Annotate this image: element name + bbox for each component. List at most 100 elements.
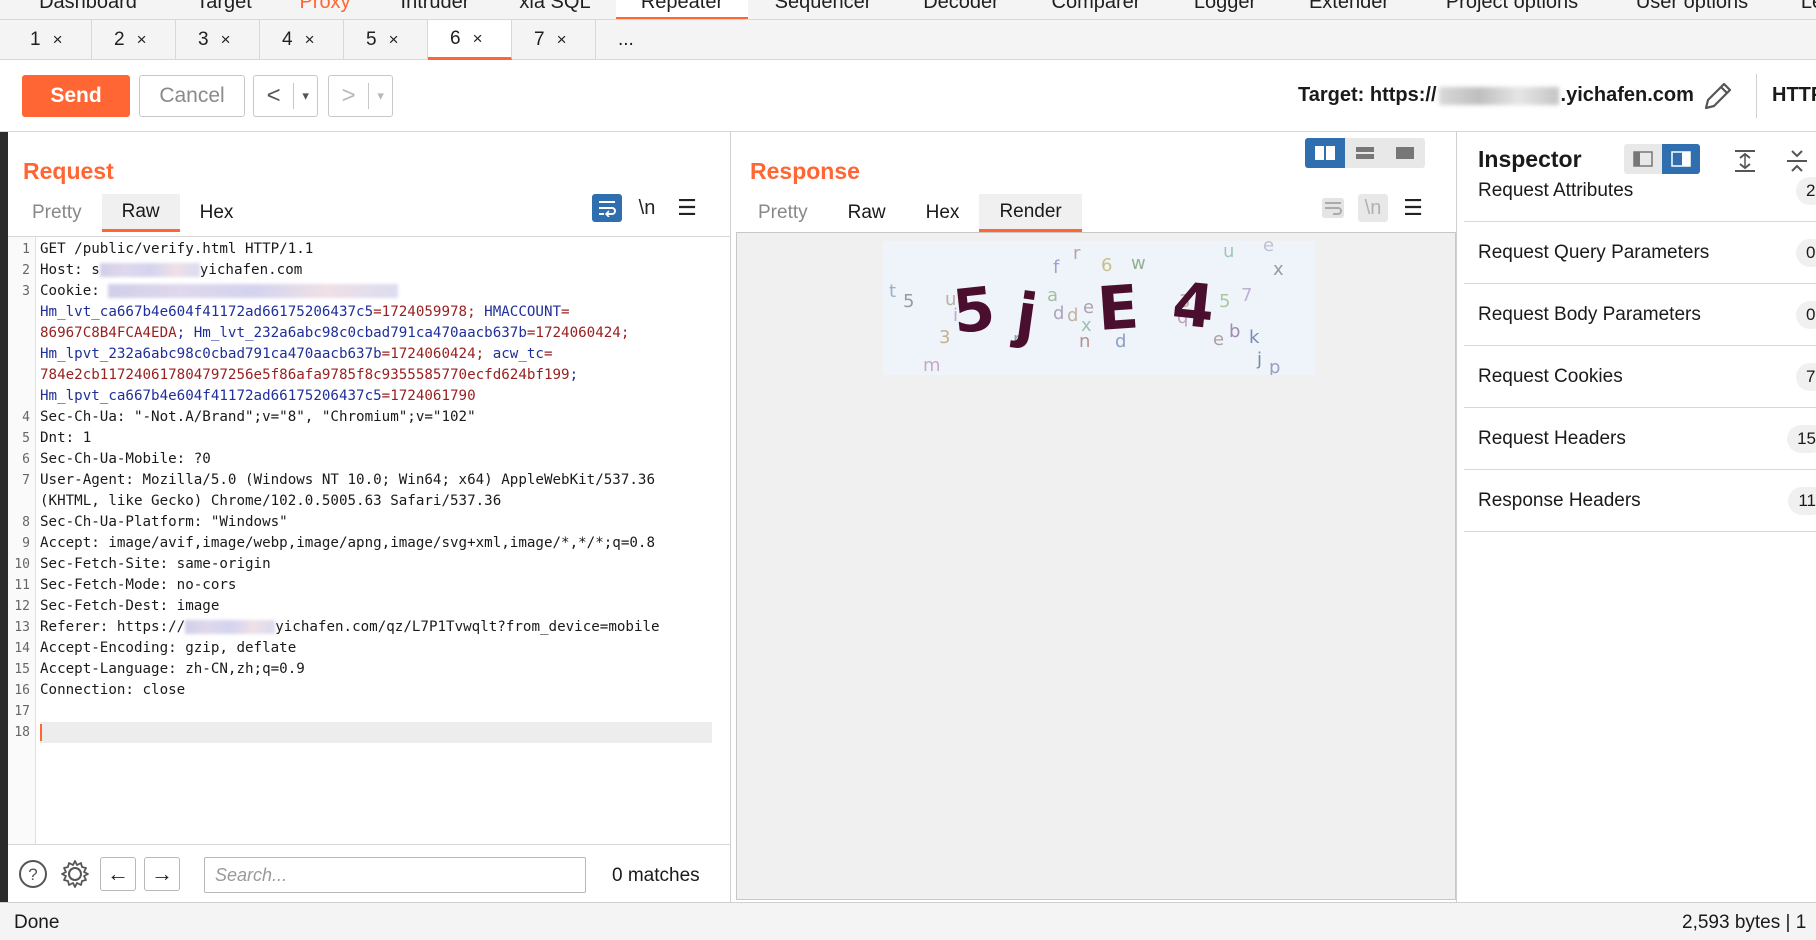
inspector-row-request-cookies[interactable]: Request Cookies 7 <box>1464 346 1816 408</box>
svg-text:5: 5 <box>903 291 914 312</box>
tab-label: ... <box>618 29 634 50</box>
count-badge: 0 <box>1796 301 1816 329</box>
code-line: 4 Sec-Ch-Ua: "-Not.A/Brand";v="8", "Chrom… <box>22 409 476 425</box>
gear-icon[interactable] <box>60 859 90 889</box>
tab-raw[interactable]: Raw <box>101 194 180 232</box>
tab-project-options[interactable]: Project options <box>1436 0 1588 19</box>
svg-text:b: b <box>1229 321 1240 342</box>
close-icon[interactable]: × <box>221 30 231 50</box>
history-forward-button[interactable]: > ▾ <box>328 75 393 117</box>
word-wrap-icon[interactable] <box>1318 194 1348 222</box>
redacted-blur <box>185 620 276 634</box>
repeater-tab-5[interactable]: 5 × <box>344 20 428 60</box>
close-icon[interactable]: × <box>53 30 63 50</box>
tab-repeater[interactable]: Repeater <box>616 0 748 19</box>
close-icon[interactable]: × <box>137 30 147 50</box>
svg-text:t: t <box>889 281 896 302</box>
inspector-row-response-headers[interactable]: Response Headers 11 <box>1464 470 1816 532</box>
chevron-down-icon[interactable]: ▾ <box>368 83 392 109</box>
repeater-tab-7[interactable]: 7 × <box>512 20 596 60</box>
help-icon[interactable]: ? <box>18 859 48 889</box>
tab-learn[interactable]: Le <box>1792 0 1816 19</box>
tab-xia-sql[interactable]: xia SQL <box>515 0 595 19</box>
count-badge: 2 <box>1796 177 1816 205</box>
tab-user-options[interactable]: User options <box>1628 0 1756 19</box>
newline-toggle[interactable]: \n <box>632 194 662 222</box>
tab-logger[interactable]: Logger <box>1188 0 1262 19</box>
row-label: Request Body Parameters <box>1478 303 1701 325</box>
code-line: 17 <box>14 704 30 719</box>
menu-icon[interactable]: ☰ <box>1398 194 1428 222</box>
count-badge: 15 <box>1787 425 1816 453</box>
tab-hex[interactable]: Hex <box>906 194 980 232</box>
redacted-blur <box>99 263 200 277</box>
inspector-row-request-headers[interactable]: Request Headers 15 <box>1464 408 1816 470</box>
newline-toggle[interactable]: \n <box>1358 194 1388 222</box>
svg-text:?: ? <box>28 865 37 884</box>
repeater-tab-4[interactable]: 4 × <box>260 20 344 60</box>
tab-label: 2 <box>114 29 125 50</box>
repeater-tab-6[interactable]: 6 × <box>428 20 512 60</box>
window-edge <box>0 132 8 940</box>
close-icon[interactable]: × <box>473 29 483 49</box>
inspector-row-request-attributes[interactable]: Request Attributes 2 <box>1464 160 1816 222</box>
send-button[interactable]: Send <box>22 75 130 117</box>
repeater-tab-more[interactable]: ... <box>596 20 660 60</box>
word-wrap-icon[interactable] <box>592 194 622 222</box>
tab-label: 6 <box>450 27 461 49</box>
chevron-down-icon[interactable]: ▾ <box>293 83 317 109</box>
arrow-right-icon: → <box>151 861 173 886</box>
redacted-blur <box>1438 86 1559 105</box>
previous-match-button[interactable]: ← <box>100 857 136 891</box>
code-line: 10 Sec-Fetch-Site: same-origin <box>14 556 271 572</box>
tab-raw[interactable]: Raw <box>828 194 906 232</box>
svg-text:j: j <box>1256 349 1262 370</box>
side-by-side-layout-icon[interactable] <box>1305 138 1345 168</box>
pencil-icon[interactable] <box>1700 78 1736 114</box>
menu-icon[interactable]: ☰ <box>672 194 702 222</box>
tab-dashboard[interactable]: Dashboard <box>28 0 148 19</box>
stacked-layout-icon[interactable] <box>1345 138 1385 168</box>
code-line: 86967C8B4FCA4EDA; Hm_lvt_232a6abc98c0cba… <box>40 325 630 341</box>
request-search-bar: ? ← → 0 matches <box>8 844 730 902</box>
cancel-button[interactable]: Cancel <box>139 75 245 117</box>
code-line: (KHTML, like Gecko) Chrome/102.0.5005.63… <box>40 493 502 509</box>
row-label: Response Headers <box>1478 489 1641 511</box>
tab-hex[interactable]: Hex <box>180 194 254 232</box>
close-icon[interactable]: × <box>557 30 567 50</box>
single-pane-layout-icon[interactable] <box>1385 138 1425 168</box>
http-version-label[interactable]: HTTP <box>1772 84 1816 107</box>
code-line: 11 Sec-Fetch-Mode: no-cors <box>14 577 237 593</box>
tab-pretty[interactable]: Pretty <box>12 194 102 232</box>
repeater-tab-1[interactable]: 1 × <box>8 20 92 60</box>
repeater-toolbar: Send Cancel < ▾ > ▾ Target: https:// .yic… <box>0 60 1816 132</box>
svg-text:k: k <box>1249 327 1260 348</box>
arrow-left-icon: ← <box>107 861 129 886</box>
search-input[interactable] <box>204 857 586 893</box>
tab-sequencer[interactable]: Sequencer <box>768 0 878 19</box>
close-icon[interactable]: × <box>389 30 399 50</box>
code-line: 1 GET /public/verify.html HTTP/1.1 <box>22 241 314 257</box>
tab-comparer[interactable]: Comparer <box>1046 0 1146 19</box>
tab-render[interactable]: Render <box>979 194 1082 232</box>
svg-text:d: d <box>1067 305 1078 326</box>
tab-extender[interactable]: Extender <box>1304 0 1394 19</box>
next-match-button[interactable]: → <box>144 857 180 891</box>
svg-text:r: r <box>1073 243 1081 264</box>
count-badge: 11 <box>1788 487 1816 515</box>
inspector-row-body-parameters[interactable]: Request Body Parameters 0 <box>1464 284 1816 346</box>
tab-intruder[interactable]: Intruder <box>392 0 478 19</box>
code-line-current: 18 <box>8 722 730 743</box>
svg-text:x: x <box>1273 259 1284 280</box>
history-back-button[interactable]: < ▾ <box>253 75 318 117</box>
row-label: Request Headers <box>1478 427 1626 449</box>
repeater-tab-2[interactable]: 2 × <box>92 20 176 60</box>
tab-decoder[interactable]: Decoder <box>918 0 1004 19</box>
tab-proxy[interactable]: Proxy <box>290 0 360 19</box>
close-icon[interactable]: × <box>305 30 315 50</box>
tab-pretty[interactable]: Pretty <box>738 194 828 232</box>
inspector-row-query-parameters[interactable]: Request Query Parameters 0 <box>1464 222 1816 284</box>
tab-target[interactable]: Target <box>178 0 270 19</box>
request-editor[interactable]: 1 GET /public/verify.html HTTP/1.1 2 Host:… <box>8 236 730 845</box>
repeater-tab-3[interactable]: 3 × <box>176 20 260 60</box>
